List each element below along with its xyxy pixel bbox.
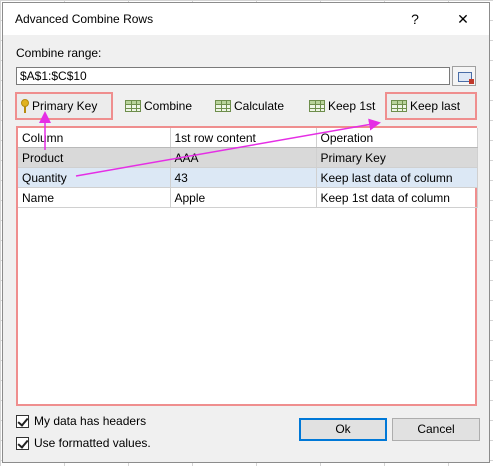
keep-last-label: Keep last: [410, 99, 461, 113]
calculate-table-icon: [215, 100, 231, 112]
formatted-checkbox-label: Use formatted values.: [34, 436, 151, 450]
use-formatted-values-option[interactable]: Use formatted values.: [16, 436, 151, 450]
primary-key-label: Primary Key: [32, 99, 98, 113]
cell-first-row-content: 43: [170, 167, 317, 188]
range-select-button[interactable]: [452, 66, 476, 86]
calculate-label: Calculate: [234, 99, 285, 113]
primary-key-button[interactable]: Primary Key: [15, 92, 113, 120]
table-header-row: Column 1st row content Operation: [18, 128, 478, 148]
cell-first-row-content: Apple: [170, 187, 317, 208]
cell-operation: Keep last data of column: [316, 167, 478, 188]
cell-column: Quantity: [18, 167, 171, 188]
combine-range-label: Combine range:: [16, 46, 102, 60]
first-row-content-header[interactable]: 1st row content: [170, 128, 317, 148]
cancel-button[interactable]: Cancel: [392, 418, 480, 441]
cell-column: Name: [18, 187, 171, 208]
combine-label: Combine: [144, 99, 193, 113]
close-button[interactable]: ✕: [451, 9, 475, 29]
keep-first-table-icon: [309, 100, 325, 112]
table-row[interactable]: Name Apple Keep 1st data of column: [18, 187, 478, 208]
combine-table-icon: [125, 100, 141, 112]
cell-operation: Primary Key: [316, 147, 478, 168]
table-row[interactable]: Product AAA Primary Key: [18, 147, 478, 168]
combine-range-input[interactable]: [16, 67, 450, 85]
keep-last-button[interactable]: Keep last: [385, 92, 477, 120]
range-select-icon: [458, 72, 474, 84]
keep-first-label: Keep 1st: [328, 99, 376, 113]
table-row[interactable]: Quantity 43 Keep last data of column: [18, 167, 478, 188]
operation-header[interactable]: Operation: [316, 128, 478, 148]
keep-first-button[interactable]: Keep 1st: [305, 92, 379, 120]
cell-operation: Keep 1st data of column: [316, 187, 478, 208]
dialog-body: Combine range: Primary Key Combine Calcu…: [3, 35, 489, 462]
column-header[interactable]: Column: [18, 128, 171, 148]
title-bar: Advanced Combine Rows ? ✕: [3, 3, 489, 35]
headers-checkbox-label: My data has headers: [34, 414, 147, 428]
combine-button[interactable]: Combine: [121, 92, 196, 120]
help-button[interactable]: ?: [405, 9, 425, 29]
ok-button[interactable]: Ok: [299, 418, 387, 441]
formatted-checkbox[interactable]: [16, 436, 29, 450]
calculate-button[interactable]: Calculate: [211, 92, 288, 120]
column-operations-grid: Column 1st row content Operation Product…: [16, 126, 478, 406]
my-data-has-headers-option[interactable]: My data has headers: [16, 414, 146, 428]
operations-table: Column 1st row content Operation Product…: [18, 128, 478, 208]
key-icon: [21, 99, 29, 113]
window-title: Advanced Combine Rows: [15, 12, 154, 26]
keep-last-table-icon: [391, 100, 407, 112]
advanced-combine-rows-dialog: Advanced Combine Rows ? ✕ Combine range:…: [2, 2, 490, 463]
headers-checkbox[interactable]: [16, 414, 29, 428]
operation-toolbar: Primary Key Combine Calculate Keep 1st K…: [13, 90, 479, 122]
cell-first-row-content: AAA: [170, 147, 317, 168]
cell-column: Product: [18, 147, 171, 168]
